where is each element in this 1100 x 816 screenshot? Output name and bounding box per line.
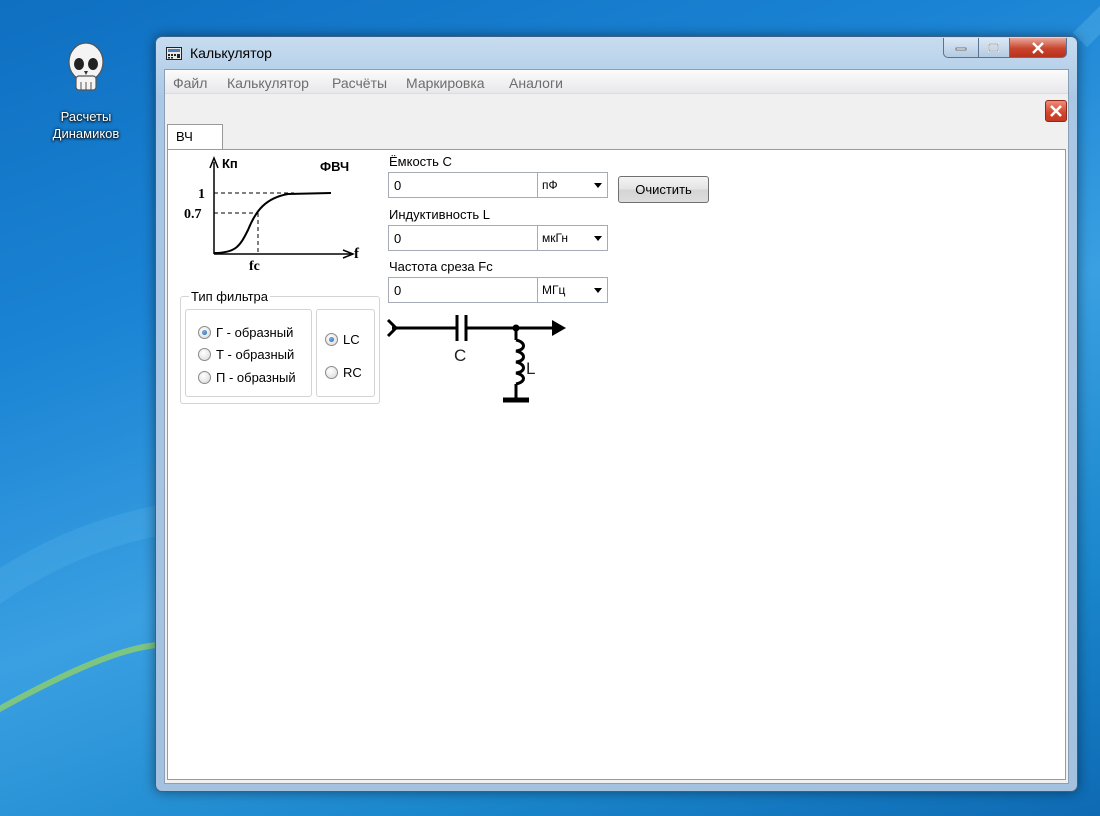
menu-item-calculator[interactable]: Калькулятор: [227, 75, 309, 91]
inductance-input[interactable]: 0: [388, 225, 538, 251]
minimize-button[interactable]: [943, 38, 979, 58]
radio-button[interactable]: [198, 348, 211, 361]
chevron-down-icon: [594, 183, 602, 188]
inductance-unit: мкГн: [542, 231, 568, 245]
calculator-app-icon: [166, 47, 182, 60]
chevron-down-icon: [594, 288, 602, 293]
tick-label-07: 0.7: [184, 207, 202, 222]
filter-shape-box: Г - образный Т - образный П - образный: [185, 309, 312, 397]
radio-label: П - образный: [216, 370, 296, 385]
capacitance-unit: пФ: [542, 178, 558, 192]
frequency-response-graph: Кп ФВЧ 1 0.7 fc f: [184, 155, 360, 274]
radio-label: LC: [343, 332, 360, 347]
maximize-icon: [988, 42, 999, 52]
inductance-unit-select[interactable]: мкГн: [537, 225, 608, 251]
menu-item-marking[interactable]: Маркировка: [406, 75, 485, 91]
filter-kind-box: LC RC: [316, 309, 375, 397]
window-title: Калькулятор: [190, 45, 272, 61]
clear-button[interactable]: Очистить: [618, 176, 709, 203]
radio-button[interactable]: [198, 371, 211, 384]
capacitor-label: C: [454, 346, 466, 365]
tick-label-1: 1: [198, 187, 205, 202]
capacitance-input[interactable]: 0: [388, 172, 538, 198]
radio-p-shaped[interactable]: П - образный: [198, 370, 296, 385]
chevron-down-icon: [594, 236, 602, 241]
frequency-value: 0: [394, 283, 402, 298]
menu-item-analogs[interactable]: Аналоги: [509, 75, 563, 91]
capacitance-value: 0: [394, 178, 402, 193]
close-icon: [1032, 41, 1044, 54]
radio-label: RC: [343, 365, 362, 380]
tab-hf[interactable]: ВЧ: [167, 124, 223, 150]
window-close-button[interactable]: [1009, 38, 1067, 58]
frequency-unit-select[interactable]: МГц: [537, 277, 608, 303]
skull-icon: [68, 42, 104, 91]
minimize-icon: [955, 47, 967, 50]
calculator-window: Калькулятор Файл Калькулятор Расчёты Мар…: [155, 36, 1078, 792]
frequency-label: Частота среза Fc: [389, 259, 493, 274]
capacitance-label: Ёмкость С: [389, 154, 452, 169]
x-axis-label: f: [354, 246, 360, 262]
radio-button[interactable]: [198, 326, 211, 339]
radio-button[interactable]: [325, 366, 338, 379]
cutoff-label: fc: [249, 259, 260, 274]
radio-button[interactable]: [325, 333, 338, 346]
filter-type-title: Тип фильтра: [189, 289, 270, 304]
radio-t-shaped[interactable]: Т - образный: [198, 347, 294, 362]
graph-title: ФВЧ: [320, 159, 349, 174]
menu-bar: Файл Калькулятор Расчёты Маркировка Анал…: [165, 70, 1068, 94]
capacitance-unit-select[interactable]: пФ: [537, 172, 608, 198]
tab-label: ВЧ: [176, 129, 193, 144]
document-close-button[interactable]: [1045, 100, 1067, 122]
y-axis-label: Кп: [222, 156, 238, 171]
window-client-area: Файл Калькулятор Расчёты Маркировка Анал…: [164, 69, 1069, 784]
close-icon: [1050, 105, 1062, 117]
inductor-label: L: [526, 359, 535, 378]
tab-page-hf: Кп ФВЧ 1 0.7 fc f Ёмкость С 0 пФ Очистит…: [167, 149, 1066, 780]
inductance-label: Индуктивность L: [389, 207, 491, 222]
frequency-input[interactable]: 0: [388, 277, 538, 303]
maximize-button[interactable]: [978, 38, 1010, 58]
desktop-icon-label: Расчеты Динамиков: [52, 109, 120, 141]
radio-g-shaped[interactable]: Г - образный: [198, 325, 293, 340]
filter-type-group: Тип фильтра Г - образный Т - образный П …: [180, 289, 380, 404]
menu-item-file[interactable]: Файл: [173, 75, 207, 91]
radio-label: Т - образный: [216, 347, 295, 362]
filter-schematic: C L: [386, 315, 566, 403]
radio-label: Г - образный: [216, 325, 294, 340]
radio-rc[interactable]: RC: [325, 365, 362, 380]
menu-item-calculations[interactable]: Расчёты: [332, 75, 387, 91]
desktop-icon-speakers[interactable]: Расчеты Динамиков: [36, 40, 136, 141]
inductance-value: 0: [394, 231, 402, 246]
title-bar[interactable]: Калькулятор: [156, 37, 1077, 69]
frequency-unit: МГц: [542, 283, 566, 297]
radio-lc[interactable]: LC: [325, 332, 360, 347]
